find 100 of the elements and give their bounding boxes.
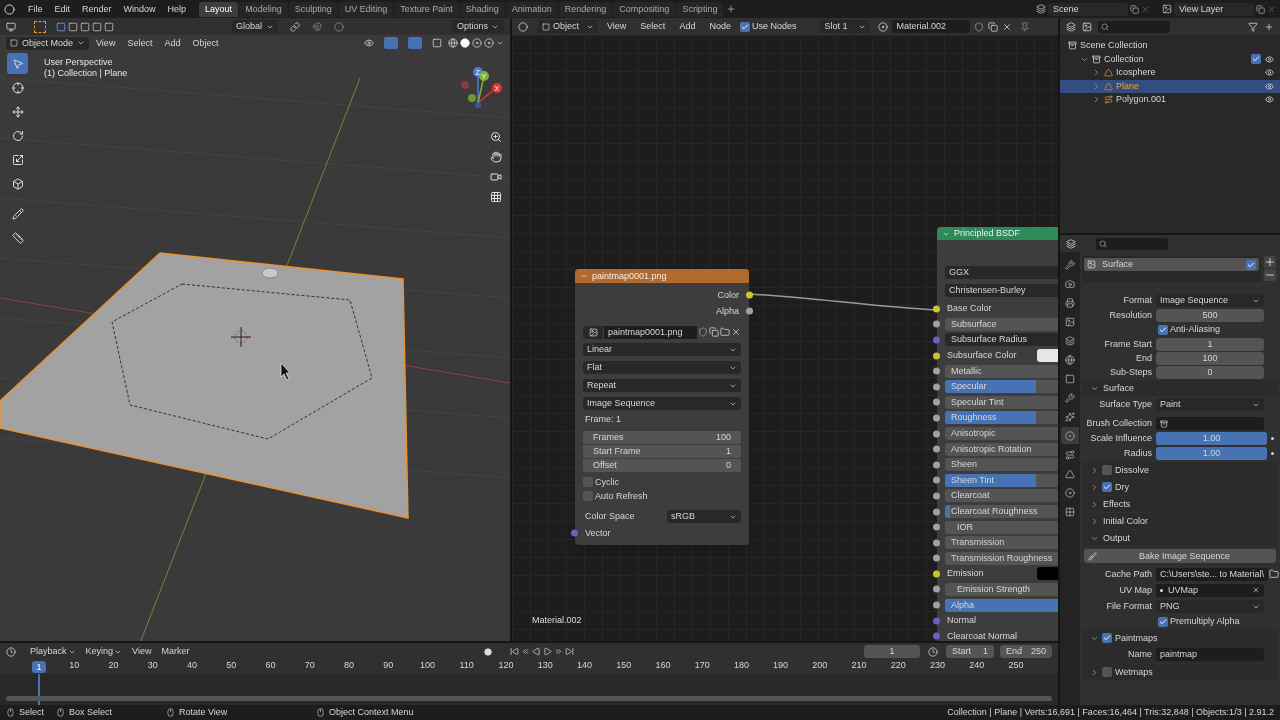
previous-keyframe-icon[interactable] — [520, 647, 530, 656]
overlay-toggle-icon[interactable] — [408, 37, 422, 49]
orientation-dropdown[interactable]: Global — [231, 20, 278, 33]
node-dropdown[interactable]: Image Sequence — [583, 397, 741, 410]
slot-dropdown[interactable]: Slot 1 — [820, 20, 871, 33]
workspace-tab[interactable]: Sculpting — [288, 1, 338, 17]
new-collection-icon[interactable] — [1264, 21, 1274, 32]
number-field[interactable]: 100 — [1156, 351, 1264, 365]
menu-item[interactable]: View — [602, 19, 632, 34]
number-field[interactable]: 1 — [1156, 337, 1264, 351]
dropdown[interactable]: Paint — [1156, 398, 1264, 411]
panel-header[interactable]: Paintmaps — [1115, 633, 1158, 643]
visibility-icon[interactable] — [364, 38, 374, 48]
checkbox[interactable] — [1102, 465, 1112, 475]
selection-mode-icon[interactable] — [104, 21, 114, 32]
playhead-frame[interactable]: 1 — [32, 661, 46, 673]
search-field[interactable] — [1098, 20, 1170, 33]
menu-item[interactable]: Keying — [81, 647, 127, 656]
scene-icon[interactable] — [1036, 4, 1046, 14]
jump-start-icon[interactable] — [509, 647, 519, 656]
view-layer-field[interactable]: View Layer — [1174, 2, 1254, 16]
selection-mode-icon[interactable] — [68, 21, 78, 32]
fake-user-icon[interactable] — [698, 327, 708, 337]
zoom-icon[interactable] — [490, 131, 502, 143]
slider-field[interactable]: Anisotropic — [945, 427, 1058, 441]
add-workspace-icon[interactable] — [726, 4, 737, 14]
outliner-row[interactable]: Polygon.001 — [1060, 93, 1280, 107]
copy-icon[interactable] — [1256, 4, 1265, 14]
wireframe-shading-icon[interactable] — [448, 38, 458, 48]
text-field[interactable]: paintmap — [1156, 648, 1264, 661]
menu-item[interactable]: Node — [704, 19, 736, 34]
material-shading-icon[interactable] — [472, 38, 482, 48]
play-reverse-icon[interactable] — [531, 647, 541, 656]
properties-tab[interactable] — [1061, 427, 1079, 444]
play-icon[interactable] — [542, 647, 552, 656]
remove-icon[interactable] — [1264, 269, 1276, 281]
slider-field[interactable]: Transmission — [945, 536, 1058, 550]
close-icon[interactable] — [731, 327, 741, 337]
clear-icon[interactable] — [1252, 586, 1260, 594]
number-field[interactable]: 0 — [1156, 365, 1264, 379]
workspace-tab[interactable]: UV Editing — [338, 1, 394, 17]
snap-icon[interactable] — [311, 21, 322, 32]
selection-mode-icon[interactable] — [56, 21, 66, 32]
menu-item[interactable]: Edit — [49, 2, 76, 16]
checkbox[interactable] — [1246, 259, 1256, 270]
outliner-row[interactable]: Plane — [1060, 79, 1280, 93]
path-field[interactable]: C:\Users\ste... to Material\ — [1156, 567, 1269, 581]
camera-icon[interactable] — [490, 171, 502, 183]
menu-item[interactable]: Select — [635, 19, 671, 34]
number-field[interactable]: Frames 100 — [583, 431, 741, 444]
slider-field[interactable]: Transmission Roughness — [945, 551, 1058, 565]
panel-header[interactable]: Initial Color — [1082, 513, 1278, 529]
object-dropdown[interactable]: Object — [538, 20, 598, 33]
menu-item[interactable]: Object — [187, 36, 224, 50]
image-browse-button[interactable] — [583, 325, 603, 339]
eye-icon[interactable] — [1265, 95, 1274, 105]
color-space-dropdown[interactable]: sRGB — [667, 510, 741, 523]
folder-icon[interactable] — [1269, 569, 1280, 579]
search-field[interactable] — [1096, 237, 1168, 250]
slider-field[interactable]: Specular Tint — [945, 395, 1058, 409]
number-field[interactable]: IOR — [945, 520, 1058, 534]
outliner-row[interactable]: Scene Collection — [1060, 39, 1280, 53]
display-mode-icon[interactable] — [1066, 21, 1076, 32]
copy-icon[interactable] — [1130, 4, 1139, 14]
panel-header[interactable]: Dissolve — [1115, 465, 1149, 475]
editor-type-icon[interactable] — [6, 21, 16, 32]
checkbox[interactable] — [1102, 633, 1112, 643]
node-dropdown[interactable]: GGX — [945, 266, 1058, 279]
number-field[interactable]: Offset 0 — [583, 459, 741, 472]
jump-end-icon[interactable] — [564, 647, 574, 656]
panel-header[interactable]: Wetmaps — [1115, 667, 1153, 677]
image-name-field[interactable]: paintmap0001.png — [604, 325, 697, 339]
slider-field[interactable]: Metallic — [945, 364, 1058, 378]
select-tool-icon[interactable] — [34, 20, 46, 33]
editor-type-icon[interactable] — [1066, 238, 1076, 249]
slider-field[interactable]: Specular — [945, 380, 1058, 394]
folder-icon[interactable] — [720, 327, 730, 337]
editor-type-icon[interactable] — [6, 646, 16, 657]
collection-field[interactable] — [1156, 417, 1264, 430]
xray-icon[interactable] — [432, 38, 442, 48]
slider-field[interactable]: Sheen — [945, 458, 1058, 472]
slider-field[interactable]: Subsurface — [945, 317, 1058, 331]
editor-type-icon[interactable] — [518, 21, 528, 32]
checkbox[interactable] — [1251, 54, 1261, 65]
selection-mode-icon[interactable] — [92, 21, 102, 32]
slider-field[interactable]: Sheen Tint — [945, 473, 1058, 487]
slider-field[interactable]: Roughness — [945, 411, 1058, 425]
pan-icon[interactable] — [490, 151, 502, 163]
bake-button[interactable]: Bake Image Sequence — [1084, 549, 1276, 563]
uv-map-field[interactable]: UVMap — [1156, 583, 1264, 597]
workspace-tab[interactable]: Animation — [505, 1, 558, 17]
material-browse-icon[interactable] — [878, 21, 889, 32]
node-dropdown[interactable]: Linear — [583, 343, 741, 356]
menu-item[interactable]: Add — [159, 36, 186, 50]
material-name-field[interactable]: Material.002 — [892, 20, 971, 33]
slider-field[interactable]: 1.00 — [1156, 447, 1267, 460]
tool-button[interactable] — [7, 53, 28, 74]
menu-item[interactable]: Marker — [157, 647, 194, 656]
slider-field[interactable]: Clearcoat Roughness — [945, 505, 1058, 518]
dropdown-icon[interactable] — [496, 39, 504, 47]
